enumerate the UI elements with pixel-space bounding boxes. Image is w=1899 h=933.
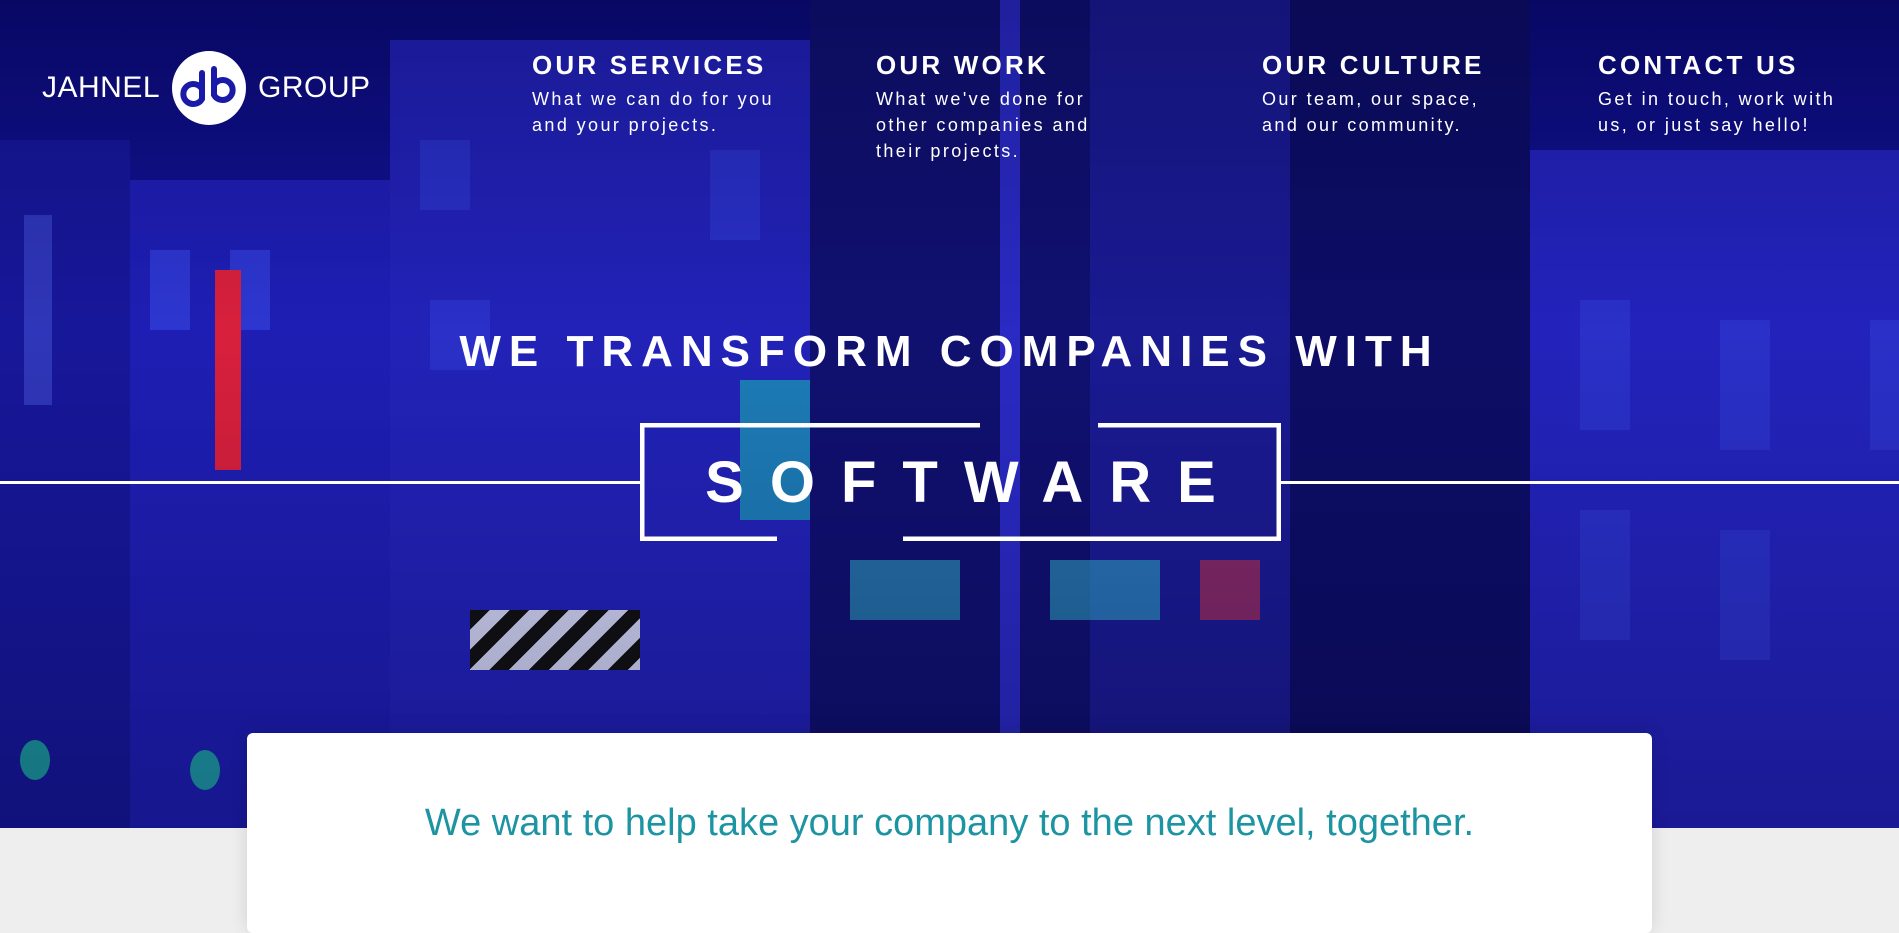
nav-title: OUR CULTURE [1262, 50, 1485, 80]
nav-description: What we've done for other companies and … [876, 89, 1090, 161]
nav-title: OUR WORK [876, 50, 1049, 80]
nav-title: OUR SERVICES [532, 50, 767, 80]
hero-highlight-word: SOFTWARE [705, 449, 1242, 515]
nav-our-services[interactable]: OUR SERVICES What we can do for you and … [532, 50, 782, 138]
brand-logo[interactable]: JAHNEL GROUP [42, 50, 371, 126]
right-divider-line [1281, 481, 1899, 484]
nav-description: Our team, our space, and our community. [1262, 89, 1480, 135]
nav-our-culture[interactable]: OUR CULTURE Our team, our space, and our… [1262, 50, 1502, 138]
nav-our-work[interactable]: OUR WORK What we've done for other compa… [876, 50, 1136, 164]
hero-headline: WE TRANSFORM COMPANIES WITH [459, 327, 1440, 376]
highlight-frame: SOFTWARE [640, 423, 1281, 541]
intro-card: We want to help take your company to the… [247, 733, 1652, 933]
nav-description: What we can do for you and your projects… [532, 89, 774, 135]
brand-name-left: JAHNEL [42, 71, 161, 104]
jg-monogram-icon [172, 51, 247, 125]
nav-contact-us[interactable]: CONTACT US Get in touch, work with us, o… [1598, 50, 1858, 138]
nav-title: CONTACT US [1598, 50, 1799, 80]
brand-name-right: GROUP [258, 71, 371, 104]
nav-description: Get in touch, work with us, or just say … [1598, 89, 1836, 135]
intro-text: We want to help take your company to the… [424, 802, 1475, 844]
left-divider-line [0, 481, 640, 484]
